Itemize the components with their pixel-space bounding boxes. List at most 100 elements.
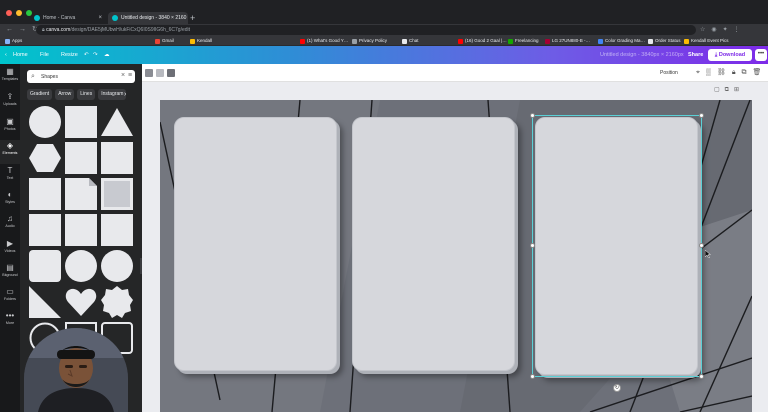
rail-item-templates[interactable]: ▦ Templates: [0, 66, 20, 90]
search-input[interactable]: [41, 72, 111, 81]
bookmark-item[interactable]: Apps: [5, 37, 22, 45]
bookmark-item[interactable]: Color Grading Ma…: [598, 37, 645, 45]
color-swatch[interactable]: [156, 69, 164, 77]
link-icon[interactable]: ⛓︎: [717, 64, 726, 82]
rounded-square-shape[interactable]: [29, 250, 61, 282]
design-canvas[interactable]: ↻: [160, 100, 752, 412]
badge-shape[interactable]: [101, 286, 133, 318]
resize-handle-left[interactable]: [530, 243, 535, 248]
square-shape[interactable]: [29, 214, 61, 246]
bookmark-item[interactable]: (1) What's Good Y…: [300, 37, 348, 45]
clear-icon[interactable]: ×: [121, 71, 125, 81]
position-button[interactable]: Position: [660, 64, 678, 82]
color-swatch[interactable]: [167, 69, 175, 77]
close-window-button[interactable]: [6, 10, 12, 16]
home-button[interactable]: Home: [13, 46, 28, 64]
new-tab-button[interactable]: +: [190, 12, 195, 24]
rail-item-styles[interactable]: ◐ Styles: [0, 189, 20, 213]
browser-tab-home[interactable]: Home - Canva ×: [30, 12, 106, 24]
rail-item-folders[interactable]: ▭ Folders: [0, 286, 20, 310]
bookmark-label: Apps: [12, 38, 23, 43]
lock-icon[interactable]: 🔒︎: [732, 64, 736, 82]
add-page-icon[interactable]: ⊞: [734, 86, 739, 94]
square-shape[interactable]: [101, 214, 133, 246]
transparency-icon[interactable]: ▒: [706, 64, 711, 82]
resize-handle-top-right[interactable]: [699, 113, 704, 118]
browser-tab-design[interactable]: Untitled design - 3840 × 2160 ×: [108, 12, 188, 24]
chevron-right-icon[interactable]: ›: [124, 89, 126, 100]
square-shape[interactable]: [65, 142, 97, 174]
square-shape[interactable]: [29, 178, 61, 210]
rail-item-photos[interactable]: ▣ Photos: [0, 116, 20, 140]
bookmark-item[interactable]: LG 27UN880-B -…: [545, 37, 590, 45]
resize-handle-bottom-left[interactable]: [530, 374, 535, 379]
rail-item-more[interactable]: ••• More: [0, 310, 20, 334]
chip-lines[interactable]: Lines: [77, 89, 96, 100]
bookmark-item[interactable]: Order Status: [648, 37, 681, 45]
circle-shape[interactable]: [65, 250, 97, 282]
circle-shape[interactable]: [101, 250, 133, 282]
url-field[interactable]: 🔒︎ canva.com/design/DAE5jMUbwH/ukFiCxQ6I…: [36, 25, 696, 35]
paint-roller-icon[interactable]: ⌖: [696, 64, 700, 82]
resize-handle-bottom-right[interactable]: [699, 374, 704, 379]
design-title[interactable]: Untitled design - 3840px × 2160px: [600, 46, 684, 64]
folded-corner-shape[interactable]: [65, 178, 97, 210]
folder-icon: [190, 38, 195, 44]
kebab-menu-icon[interactable]: ⋮: [734, 25, 740, 35]
trash-icon[interactable]: 🗑︎: [753, 64, 762, 82]
bookmark-item[interactable]: Kendall: [190, 37, 212, 45]
bookmark-item[interactable]: (16) Good 2 Gaal |…: [458, 37, 507, 45]
back-chevron-icon[interactable]: ‹: [5, 46, 7, 64]
page-controls: ▢ ⧉ ⊞: [714, 86, 739, 94]
resize-handle-top-left[interactable]: [530, 113, 535, 118]
bookmark-item[interactable]: Freelancing: [508, 37, 539, 45]
right-triangle-shape[interactable]: [29, 286, 61, 318]
rail-item-videos[interactable]: ▶ Videos: [0, 238, 20, 262]
framed-square-shape[interactable]: [101, 178, 133, 210]
triangle-shape[interactable]: [101, 106, 133, 138]
extension-icon[interactable]: ◉: [711, 25, 716, 35]
chip-instagram[interactable]: Instagram: [98, 89, 127, 100]
card-frame-1[interactable]: [174, 117, 337, 371]
rail-item-background[interactable]: ▤ Bkground: [0, 262, 20, 286]
card-frame-2[interactable]: [352, 117, 515, 371]
minimize-window-button[interactable]: [16, 10, 22, 16]
more-options-button[interactable]: •••: [755, 49, 767, 61]
bookmark-item[interactable]: Gmail: [155, 37, 174, 45]
chip-gradient[interactable]: Gradient: [27, 89, 53, 100]
chip-arrow[interactable]: Arrow: [55, 89, 75, 100]
file-menu-button[interactable]: File: [40, 46, 49, 64]
redo-icon[interactable]: ↷: [93, 46, 98, 64]
star-icon[interactable]: ☆: [700, 25, 705, 35]
square-shape[interactable]: [65, 106, 97, 138]
filter-icon[interactable]: ≡: [128, 71, 132, 81]
undo-icon[interactable]: ↶: [84, 46, 89, 64]
rotate-icon[interactable]: ↻: [613, 384, 621, 392]
bookmark-item[interactable]: Chat: [402, 37, 419, 45]
duplicate-page-icon[interactable]: ⧉: [725, 86, 729, 94]
bookmark-item[interactable]: Privacy Policy: [352, 37, 387, 45]
rail-item-audio[interactable]: ♫ Audio: [0, 213, 20, 237]
rail-item-uploads[interactable]: ⇪ Uploads: [0, 91, 20, 115]
square-shape[interactable]: [65, 214, 97, 246]
bookmark-item[interactable]: Kendall Event Pics: [684, 37, 729, 45]
resize-handle-right[interactable]: [699, 243, 704, 248]
rail-item-elements[interactable]: ◈ Elements: [0, 140, 20, 164]
resize-button[interactable]: Resize: [61, 46, 78, 64]
hexagon-shape[interactable]: [29, 142, 61, 174]
share-button[interactable]: Share: [684, 49, 707, 61]
heart-shape[interactable]: [65, 286, 97, 318]
circle-shape[interactable]: [29, 106, 61, 138]
page-notes-icon[interactable]: ▢: [714, 86, 720, 94]
forward-arrow-icon[interactable]: →: [19, 25, 26, 35]
duplicate-icon[interactable]: ⧉: [742, 64, 747, 82]
rail-item-text[interactable]: T Text: [0, 165, 20, 189]
puzzle-icon[interactable]: ✦: [723, 25, 728, 35]
close-icon[interactable]: ×: [98, 15, 102, 21]
download-button[interactable]: ⤓ Download: [708, 49, 752, 61]
square-shape[interactable]: [101, 142, 133, 174]
cloud-saved-icon: ☁︎: [104, 52, 110, 58]
back-arrow-icon[interactable]: ←: [6, 25, 13, 35]
rail-label: Text: [6, 176, 14, 180]
color-swatch[interactable]: [145, 69, 153, 77]
